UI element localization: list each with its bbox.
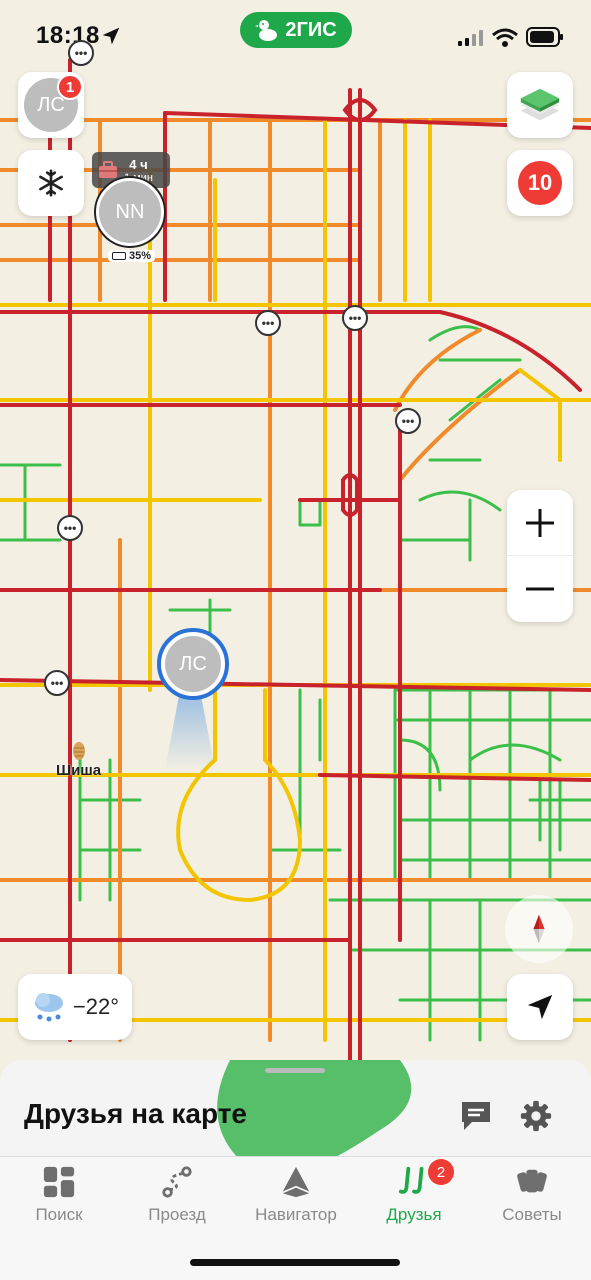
sheet-handle[interactable] <box>265 1068 325 1073</box>
tab-route[interactable]: Проезд <box>118 1165 236 1225</box>
map-chat-pin[interactable]: ••• <box>68 40 94 66</box>
layers-icon <box>520 88 560 121</box>
map-chat-pin[interactable]: ••• <box>342 305 368 331</box>
cards-icon <box>517 1169 547 1193</box>
map-chat-pin[interactable]: ••• <box>255 310 281 336</box>
friend-initials: NN <box>115 200 145 223</box>
duck-logo-icon <box>255 20 278 41</box>
tab-navigator-label: Навигатор <box>255 1205 337 1224</box>
friend-battery-label: 35% <box>108 250 156 262</box>
tab-tips[interactable]: Советы <box>473 1165 591 1225</box>
my-location-marker[interactable]: ЛС <box>157 628 229 700</box>
winter-mode-button[interactable] <box>18 150 84 216</box>
wifi-icon <box>492 28 518 48</box>
my-location-avatar: ЛС <box>165 636 221 692</box>
home-indicator <box>190 1259 400 1266</box>
weather-widget[interactable]: −22° <box>18 974 132 1040</box>
tab-search[interactable]: Поиск <box>0 1165 118 1225</box>
sheet-title: Друзья на карте <box>24 1098 248 1129</box>
tab-search-label: Поиск <box>35 1205 83 1224</box>
map-chat-pin[interactable]: ••• <box>57 515 83 541</box>
battery-icon <box>526 27 564 47</box>
tab-friends[interactable]: Друзья <box>355 1165 473 1225</box>
compass-icon <box>533 914 545 944</box>
route-icon <box>162 1166 192 1198</box>
friend-battery-icon <box>112 252 126 260</box>
plus-icon <box>526 508 554 537</box>
navigation-arrow-icon <box>527 994 553 1020</box>
my-notifications-count: 1 <box>65 78 75 96</box>
pinecone-icon <box>70 740 88 762</box>
tab-route-label: Проезд <box>148 1205 206 1224</box>
my-location-initials: ЛС <box>179 652 207 675</box>
snowflake-icon <box>39 169 63 197</box>
gear-icon <box>520 1100 552 1132</box>
traffic-score-button[interactable]: 10 <box>507 150 573 216</box>
location-arrow-icon <box>101 26 123 48</box>
layers-button[interactable] <box>507 72 573 138</box>
chat-button[interactable] <box>456 1096 496 1136</box>
poi-label: Шиша <box>56 762 102 779</box>
grid-icon <box>43 1166 75 1198</box>
tab-friends-label: Друзья <box>386 1205 442 1224</box>
map-chat-pin[interactable]: ••• <box>395 408 421 434</box>
my-notifications-badge: 1 <box>57 74 83 100</box>
weather-temperature: −22° <box>72 994 120 1019</box>
traffic-score-badge: 10 <box>518 161 562 205</box>
friend-battery-value: 35% <box>129 250 152 262</box>
settings-button[interactable] <box>516 1096 556 1136</box>
app-brand-label: 2ГИС <box>285 18 337 41</box>
snow-cloud-icon <box>34 993 63 1022</box>
briefcase-icon <box>99 161 117 178</box>
chat-icon <box>462 1102 490 1130</box>
signal-icon <box>458 30 484 46</box>
zoom-out-button[interactable] <box>507 556 573 622</box>
friend-marker[interactable]: NN <box>96 178 164 246</box>
friend-duration: 4 ч <box>129 156 148 172</box>
my-location-beam <box>165 690 215 770</box>
minus-icon <box>526 587 554 591</box>
locate-me-button[interactable] <box>507 974 573 1040</box>
friends-icon <box>398 1166 424 1194</box>
tab-navigator[interactable]: Навигатор <box>237 1165 355 1225</box>
poi-marker[interactable]: Шиша <box>56 740 101 779</box>
navigator-icon <box>282 1166 310 1198</box>
zoom-in-button[interactable] <box>507 490 573 556</box>
zoom-control <box>507 490 573 622</box>
traffic-score-value: 10 <box>527 170 553 195</box>
tab-tips-label: Советы <box>502 1205 562 1224</box>
compass-button[interactable] <box>505 895 573 963</box>
map-chat-pin[interactable]: ••• <box>44 670 70 696</box>
app-brand-pill[interactable]: 2ГИС <box>240 12 352 48</box>
tab-friends-badge: 2 <box>428 1159 454 1185</box>
tab-friends-badge-count: 2 <box>436 1163 446 1181</box>
